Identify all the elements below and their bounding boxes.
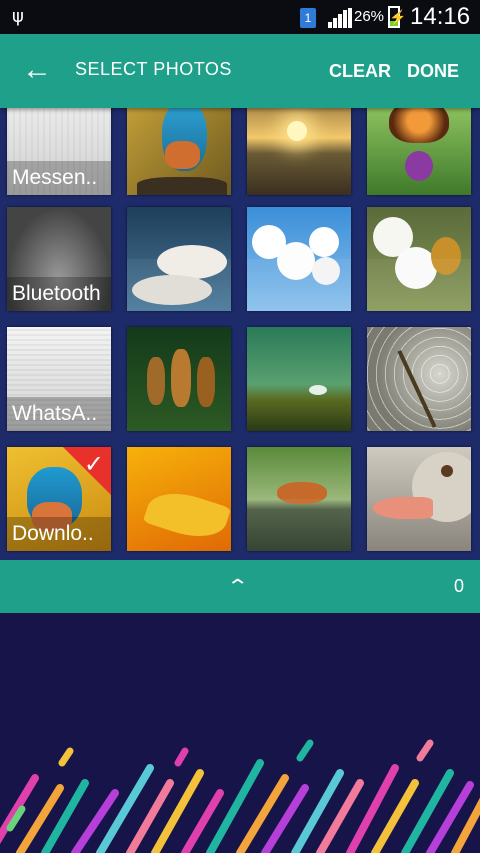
status-bar: ψ 1 26% ⚡ 14:16 bbox=[0, 0, 480, 34]
album-label: WhatsA.. bbox=[7, 397, 111, 431]
butterfly-photo[interactable] bbox=[367, 108, 471, 195]
selected-count: 0 bbox=[453, 576, 464, 596]
page-title: SELECT PHOTOS bbox=[75, 59, 232, 79]
sunset-photo[interactable] bbox=[247, 108, 351, 195]
battery-charging-icon: ⚡ bbox=[388, 6, 406, 28]
decorative-stripes bbox=[0, 739, 480, 853]
app-bar: ← SELECT PHOTOS CLEAR DONE bbox=[0, 34, 480, 108]
album-label: Bluetooth bbox=[7, 277, 111, 311]
done-button[interactable]: DONE bbox=[407, 61, 459, 82]
fox-photo[interactable] bbox=[247, 447, 351, 551]
album-tile-whatsapp[interactable]: WhatsA.. bbox=[7, 327, 111, 431]
album-tile-messenger[interactable]: Messen.. bbox=[7, 108, 111, 195]
bee-flower-photo[interactable] bbox=[367, 207, 471, 311]
dewdrop-leaf-photo[interactable] bbox=[127, 447, 231, 551]
kingfisher-photo[interactable] bbox=[127, 108, 231, 195]
moss-photo[interactable] bbox=[247, 327, 351, 431]
chevron-up-icon[interactable]: ⌃ bbox=[226, 575, 249, 598]
album-label: Messen.. bbox=[7, 161, 111, 195]
clear-button[interactable]: CLEAR bbox=[329, 61, 391, 82]
album-tile-bluetooth[interactable]: Bluetooth bbox=[7, 207, 111, 311]
dragonfly-web-photo[interactable] bbox=[367, 327, 471, 431]
pinecones-photo[interactable] bbox=[127, 327, 231, 431]
checkmark-icon: ✓ bbox=[83, 451, 104, 478]
goose-photo[interactable] bbox=[367, 447, 471, 551]
arrow-back-icon[interactable]: ← bbox=[22, 52, 54, 88]
selection-bar[interactable]: ⌃ 0 bbox=[0, 560, 480, 613]
battery-percent: 26% bbox=[354, 8, 385, 25]
clouds-photo[interactable] bbox=[127, 207, 231, 311]
clock: 14:16 bbox=[410, 3, 471, 30]
usb-icon: ψ bbox=[12, 6, 24, 27]
cherry-blossom-photo[interactable] bbox=[247, 207, 351, 311]
signal-icon bbox=[328, 8, 352, 28]
photo-grid[interactable]: Messen.. Bluetooth WhatsA.. ✓ Downlo.. bbox=[0, 108, 480, 560]
album-label: Downlo.. bbox=[7, 517, 111, 551]
sim-icon: 1 bbox=[300, 8, 316, 28]
album-tile-download[interactable]: ✓ Downlo.. bbox=[7, 447, 111, 551]
